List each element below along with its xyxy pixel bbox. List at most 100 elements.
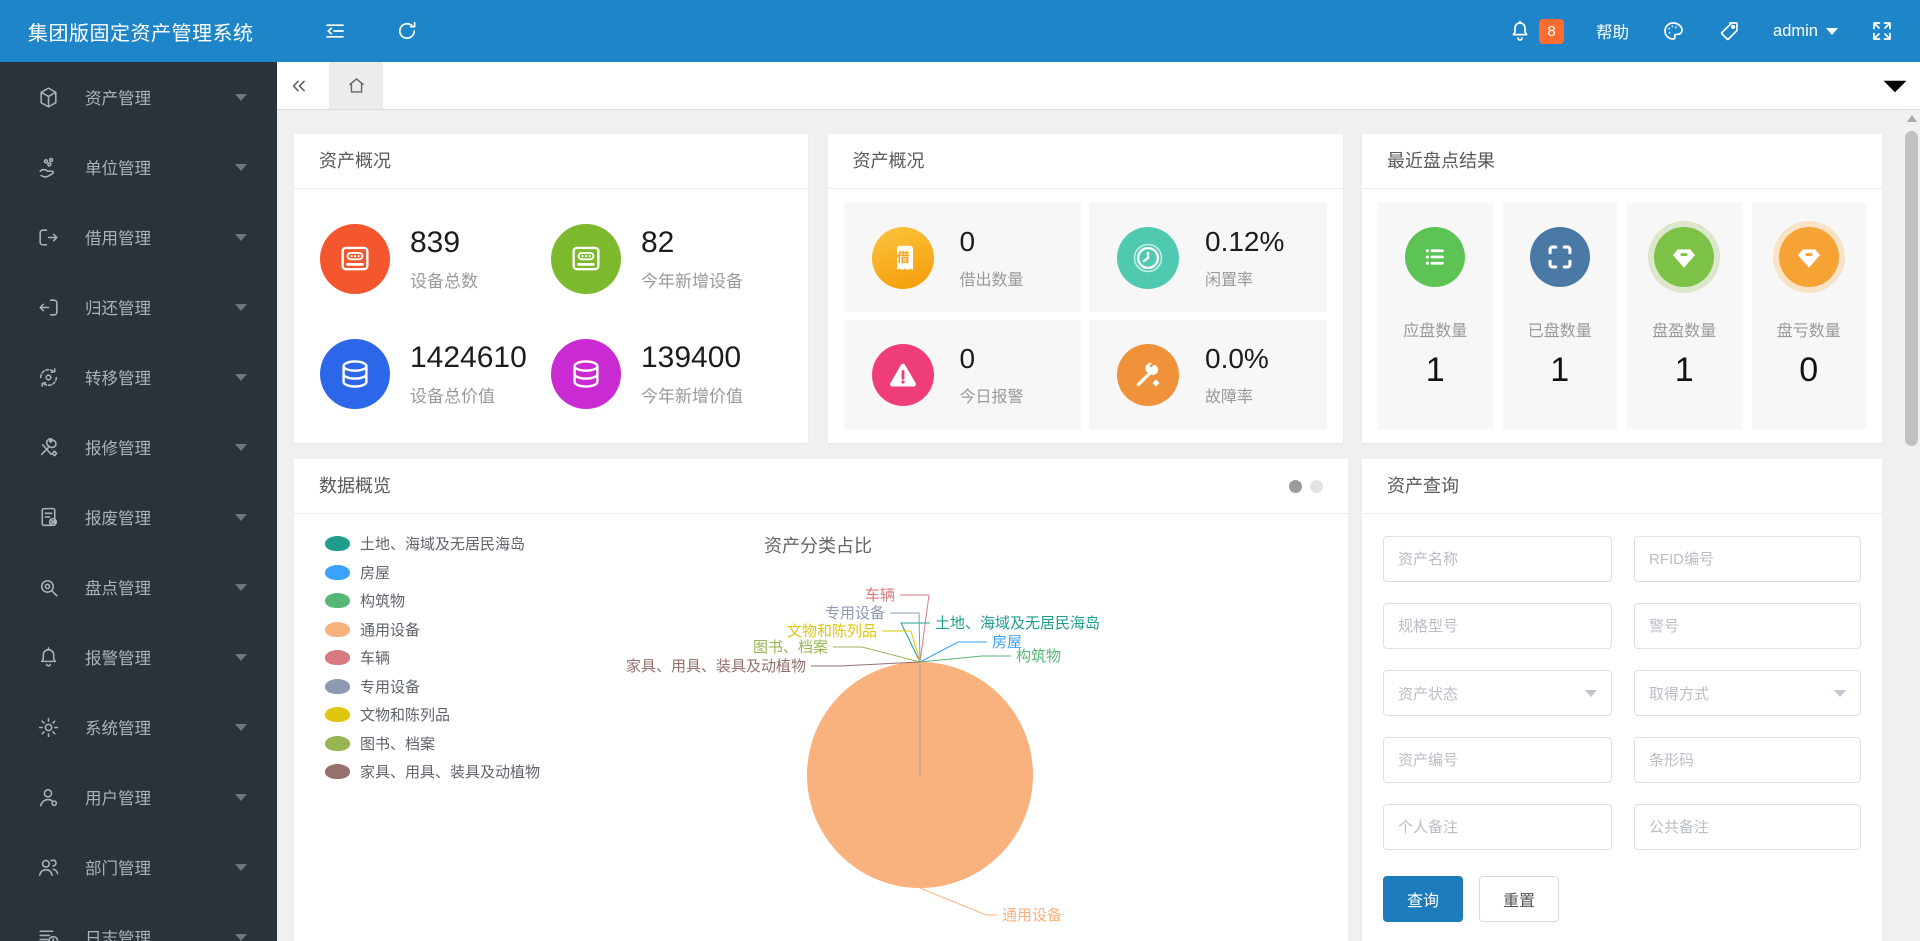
legend-item[interactable]: 构筑物 — [325, 591, 540, 611]
sidebar-item-alarm[interactable]: 报警管理 — [0, 622, 277, 692]
system-icon — [36, 715, 61, 740]
chevron-down-icon — [235, 583, 247, 591]
legend-item[interactable]: 通用设备 — [325, 620, 540, 640]
spec-model-input[interactable] — [1383, 603, 1612, 649]
personal-note-input[interactable] — [1383, 804, 1612, 850]
chevron-down-icon — [1585, 689, 1597, 697]
legend-item[interactable]: 专用设备 — [325, 677, 540, 697]
sidebar-item-label: 部门管理 — [85, 860, 151, 878]
sidebar-item-return[interactable]: 归还管理 — [0, 272, 277, 342]
sidebar-item-unit[interactable]: 单位管理 — [0, 132, 277, 202]
barcode-input[interactable] — [1634, 737, 1861, 783]
sidebar-item-label: 资产管理 — [85, 90, 151, 108]
scrap-icon — [36, 505, 61, 530]
legend-swatch — [325, 593, 350, 609]
legend-label: 构筑物 — [360, 593, 406, 611]
legend-item[interactable]: 车辆 — [325, 648, 540, 668]
stat-value: 0 — [959, 342, 976, 374]
carousel-dot[interactable] — [1289, 479, 1302, 493]
scrollbar-thumb[interactable] — [1905, 131, 1918, 446]
chevron-down-icon — [235, 933, 247, 941]
inventory-icon — [36, 575, 61, 600]
stat-value: 1424610 — [410, 340, 527, 374]
legend-item[interactable]: 房屋 — [325, 563, 540, 583]
card-asset-overview-2: 资产概况 借 0 借出数量 0.12% 闲置率 0 今日报警 0.0% 故障率 — [827, 134, 1343, 443]
home-icon — [348, 78, 364, 93]
legend-label: 房屋 — [360, 564, 391, 582]
stat-label: 设备总数 — [410, 271, 478, 291]
legend-label: 文物和陈列品 — [360, 707, 451, 725]
sidebar-item-cube[interactable]: 资产管理 — [0, 62, 277, 132]
legend-swatch — [325, 564, 350, 580]
card-inventory-result: 最近盘点结果 应盘数量 1 已盘数量 1 盘盈数量 1 盘亏数量 0 — [1362, 134, 1882, 443]
legend-item[interactable]: 土地、海域及无居民海岛 — [325, 534, 540, 554]
svg-text:专用设备: 专用设备 — [825, 605, 885, 622]
sidebar-item-label: 报废管理 — [85, 510, 151, 528]
asset-no-input[interactable] — [1383, 737, 1612, 783]
chevron-down-icon — [1883, 80, 1907, 92]
legend-swatch — [325, 764, 350, 780]
sidebar-item-system[interactable]: 系统管理 — [0, 692, 277, 762]
sidebar-item-label: 用户管理 — [85, 790, 151, 808]
legend-item[interactable]: 文物和陈列品 — [325, 705, 540, 725]
alarm-icon — [36, 645, 61, 670]
stat-label: 今年新增价值 — [641, 386, 743, 406]
sidebar-item-repair[interactable]: 报修管理 — [0, 412, 277, 482]
sidebar-item-log[interactable]: 日志管理 — [0, 902, 277, 941]
sidebar-item-department[interactable]: 部门管理 — [0, 832, 277, 902]
legend-item[interactable]: 家具、用具、装具及动植物 — [325, 762, 540, 782]
sidebar-item-user[interactable]: 用户管理 — [0, 762, 277, 832]
rfid-no-input[interactable] — [1634, 536, 1861, 582]
username: admin — [1773, 21, 1818, 40]
notifications-button[interactable]: 8 — [1508, 18, 1565, 44]
asset-name-input[interactable] — [1383, 536, 1612, 582]
stat-value: 1 — [1425, 351, 1445, 389]
stat-label: 已盘数量 — [1527, 323, 1592, 340]
collapse-tabs-button[interactable] — [277, 62, 321, 109]
tag-icon[interactable] — [1717, 19, 1741, 43]
fullscreen-icon[interactable] — [1870, 19, 1894, 43]
stat-label: 闲置率 — [1205, 271, 1254, 289]
warning-icon — [871, 343, 934, 406]
legend-item[interactable]: 图书、档案 — [325, 734, 540, 754]
app-title: 集团版固定资产管理系统 — [28, 22, 254, 45]
chevron-down-icon — [235, 93, 247, 101]
device-icon — [320, 223, 390, 294]
sidebar-item-scrap[interactable]: 报废管理 — [0, 482, 277, 552]
asset-status-select[interactable]: 资产状态 — [1383, 670, 1612, 716]
transfer-icon — [36, 365, 61, 390]
sidebar-item-transfer[interactable]: 转移管理 — [0, 342, 277, 412]
reset-button[interactable]: 重置 — [1479, 876, 1559, 922]
sidebar-item-borrow[interactable]: 借用管理 — [0, 202, 277, 272]
search-button[interactable]: 查询 — [1383, 876, 1463, 922]
badge-no-input[interactable] — [1634, 603, 1861, 649]
stat-tile: 0 今日报警 — [843, 320, 1081, 429]
user-icon — [36, 785, 61, 810]
collapse-menu-icon[interactable] — [323, 19, 347, 43]
scrollbar-up-arrow[interactable] — [1903, 110, 1920, 127]
refresh-icon[interactable] — [395, 19, 419, 43]
stat-value: 1 — [1674, 351, 1694, 389]
svg-text:借: 借 — [895, 249, 909, 264]
chevron-down-icon — [235, 163, 247, 171]
stat-tile: 0.0% 故障率 — [1089, 320, 1327, 429]
tools-icon — [1117, 343, 1179, 406]
theme-palette-icon[interactable] — [1661, 19, 1685, 43]
help-link[interactable]: 帮助 — [1596, 19, 1629, 43]
stat-value: 0.12% — [1205, 225, 1285, 257]
chevron-down-icon — [235, 373, 247, 381]
sidebar-item-inventory[interactable]: 盘点管理 — [0, 552, 277, 622]
acquire-method-select[interactable]: 取得方式 — [1634, 670, 1861, 716]
tab-home[interactable] — [329, 62, 383, 109]
user-menu[interactable]: admin — [1773, 22, 1838, 41]
public-note-input[interactable] — [1634, 804, 1861, 850]
sidebar-item-label: 报警管理 — [85, 650, 151, 668]
card-title: 数据概览 — [319, 475, 391, 496]
scan-icon — [1529, 227, 1590, 287]
svg-text:家具、用具、装具及动植物: 家具、用具、装具及动植物 — [626, 658, 806, 675]
carousel-dot[interactable] — [1310, 479, 1323, 493]
topbar: 集团版固定资产管理系统 8 帮助 admin — [0, 0, 1920, 62]
stat-value: 0 — [1799, 351, 1819, 389]
log-icon — [36, 925, 61, 941]
tab-list-dropdown[interactable] — [1870, 62, 1920, 109]
